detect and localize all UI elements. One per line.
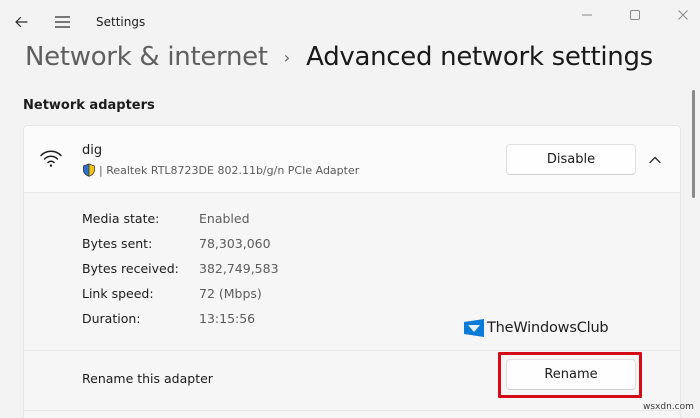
card-bottom (24, 411, 680, 418)
adapter-properties: Media state: Enabled Bytes sent: 78,303,… (24, 193, 680, 351)
minimize-icon (582, 14, 592, 16)
watermark-text: TheWindowsClub (487, 320, 609, 336)
property-row: Bytes sent: 78,303,060 (82, 236, 271, 256)
maximize-button[interactable] (612, 0, 658, 30)
page-title: Advanced network settings (306, 42, 653, 72)
back-button[interactable] (4, 6, 38, 38)
breadcrumb-parent-link[interactable]: Network & internet (25, 42, 268, 72)
adapter-subtitle: | Realtek RTL8723DE 802.11b/g/n PCIe Ada… (82, 163, 359, 177)
windowsclub-logo-icon (464, 319, 484, 337)
adapter-name: dig (82, 143, 103, 158)
collapse-toggle[interactable] (645, 150, 665, 170)
property-label: Media state: (82, 211, 160, 226)
disable-button[interactable]: Disable (506, 144, 636, 175)
watermark: TheWindowsClub (464, 319, 609, 337)
property-label: Bytes received: (82, 261, 179, 276)
property-label: Duration: (82, 311, 141, 326)
property-row: Bytes received: 382,749,583 (82, 261, 279, 281)
rename-row: Rename this adapter Rename (24, 351, 680, 411)
property-label: Link speed: (82, 286, 154, 301)
adapter-card: dig | Realtek RTL8723DE 802.11b/g/n PCIe… (23, 125, 681, 418)
app-title: Settings (96, 15, 146, 29)
property-row: Duration: 13:15:56 (82, 311, 255, 331)
property-value: 78,303,060 (199, 236, 271, 251)
property-row: Link speed: 72 (Mbps) (82, 286, 262, 306)
rename-label: Rename this adapter (82, 371, 213, 386)
breadcrumb-separator: › (283, 47, 291, 67)
scrollbar[interactable] (692, 90, 696, 418)
property-value: 382,749,583 (199, 261, 279, 276)
maximize-icon (630, 10, 640, 20)
site-watermark: wsxdn.com (643, 402, 694, 412)
property-label: Bytes sent: (82, 236, 153, 251)
wifi-icon (40, 150, 62, 167)
hamburger-menu-icon (54, 16, 70, 28)
minimize-button[interactable] (564, 0, 610, 30)
close-button[interactable] (660, 0, 700, 30)
navigation-menu-button[interactable] (45, 6, 79, 38)
property-value: Enabled (199, 211, 250, 226)
breadcrumb: Network & internet › Advanced network se… (25, 42, 653, 72)
title-bar: Settings (0, 0, 700, 44)
chevron-up-icon (649, 156, 661, 164)
section-title: Network adapters (23, 98, 155, 113)
property-value: 72 (Mbps) (199, 286, 262, 301)
rename-button[interactable]: Rename (506, 359, 636, 390)
adapter-description: | Realtek RTL8723DE 802.11b/g/n PCIe Ada… (99, 163, 360, 177)
adapter-header[interactable]: dig | Realtek RTL8723DE 802.11b/g/n PCIe… (24, 126, 680, 193)
scrollbar-thumb[interactable] (692, 90, 695, 198)
shield-icon (83, 163, 95, 177)
close-icon (678, 10, 688, 20)
property-row: Media state: Enabled (82, 211, 250, 231)
back-arrow-icon (15, 16, 28, 28)
property-value: 13:15:56 (199, 311, 256, 326)
